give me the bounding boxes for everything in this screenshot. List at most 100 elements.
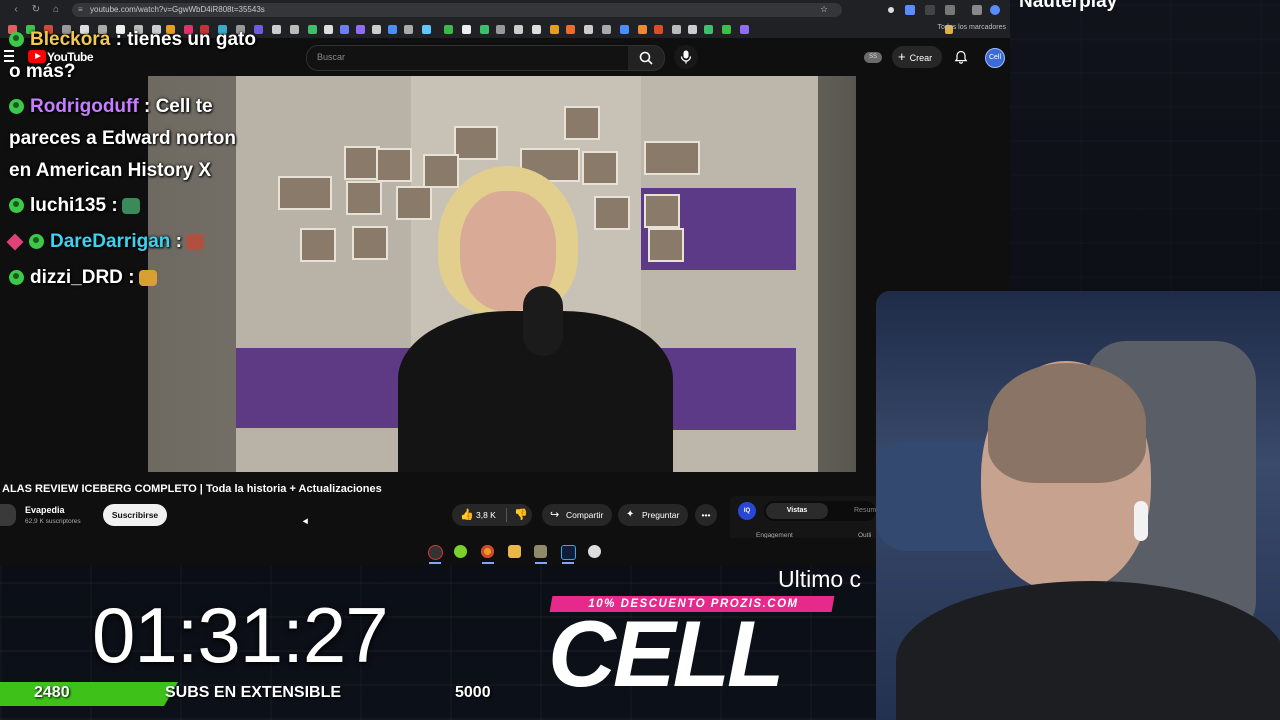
address-bar[interactable]: ≡ youtube.com/watch?v=GgwWbD4iR808t=3554…	[72, 3, 842, 17]
voice-search-button[interactable]	[674, 45, 698, 69]
create-button[interactable]: + Crear	[892, 46, 942, 68]
bookmark-star-icon[interactable]: ☆	[820, 4, 828, 15]
ask-button[interactable]: ✦ Preguntar	[618, 504, 688, 526]
webcam-frame	[988, 363, 1146, 483]
bookmark-icon[interactable]	[480, 25, 489, 34]
bookmark-icon[interactable]	[704, 25, 713, 34]
stream-chat	[1010, 0, 1280, 292]
like-icon[interactable]: 👍	[460, 504, 474, 526]
dislike-icon[interactable]: 👎	[514, 504, 528, 526]
like-count[interactable]: 3,8 K	[476, 504, 496, 526]
wall-photo	[300, 228, 336, 262]
bookmark-icon[interactable]	[308, 25, 317, 34]
tab-vistas[interactable]: Vistas	[766, 503, 828, 519]
analytics-side-panel: IQ Vistas Resum Engagement Outli	[730, 496, 876, 542]
channel-name[interactable]: Evapedia	[25, 505, 65, 515]
bookmark-icon[interactable]	[444, 25, 453, 34]
more-options-button[interactable]: •••	[695, 504, 717, 526]
chat-message: DareDarrigan :	[6, 226, 259, 258]
bookmark-icon[interactable]	[290, 25, 299, 34]
notifications-bell-icon[interactable]	[954, 50, 968, 64]
back-icon[interactable]: ‹	[10, 4, 22, 16]
active-indicator	[562, 562, 574, 564]
earbud	[1134, 501, 1148, 541]
wall-photo	[644, 141, 700, 175]
bookmark-icon[interactable]	[324, 25, 333, 34]
bookmark-icon[interactable]	[654, 25, 663, 34]
chat-message: Rodrigoduff : Cell te pareces a Edward n…	[9, 91, 259, 187]
app-icon[interactable]	[588, 545, 601, 558]
chat-partial-username: Nauterplay	[1019, 0, 1118, 12]
subs-current: 2480	[34, 684, 70, 701]
bookmark-icon[interactable]	[422, 25, 431, 34]
reload-icon[interactable]: ↻	[30, 4, 42, 16]
share-button[interactable]: ↪ Compartir	[542, 504, 612, 526]
sidebar-icon[interactable]	[972, 5, 982, 15]
gem-badge-icon	[6, 233, 24, 251]
bookmark-icon[interactable]	[340, 25, 349, 34]
url-text: youtube.com/watch?v=GgwWbD4iR808t=35543s	[90, 5, 265, 14]
bookmark-icon[interactable]	[462, 25, 471, 34]
ss-badge[interactable]: SS	[864, 52, 882, 63]
iq-badge[interactable]: IQ	[738, 502, 756, 520]
chat-text: :	[128, 267, 135, 288]
emote-icon	[121, 197, 140, 214]
bookmark-icon[interactable]	[532, 25, 541, 34]
chat-username: DareDarrigan	[50, 231, 171, 252]
bookmark-icon[interactable]	[388, 25, 397, 34]
chrome-icon[interactable]	[481, 545, 494, 558]
channel-subscribers: 62,9 K suscriptores	[25, 518, 81, 525]
active-indicator	[535, 562, 547, 564]
extension-icon[interactable]	[925, 5, 935, 15]
app-icon[interactable]	[534, 545, 547, 558]
video-title: ALAS REVIEW ICEBERG COMPLETO | Toda la h…	[2, 483, 382, 495]
bookmark-icon[interactable]	[404, 25, 413, 34]
file-explorer-icon[interactable]	[508, 545, 521, 558]
bookmark-icon[interactable]	[740, 25, 749, 34]
profile-icon[interactable]	[990, 5, 1000, 15]
bookmark-icon[interactable]	[688, 25, 697, 34]
subs-label: SUBS EN EXTENSIBLE	[165, 684, 342, 701]
search-button[interactable]	[628, 45, 665, 71]
bookmark-icon[interactable]	[514, 25, 523, 34]
all-bookmarks-link[interactable]: Todos los marcadores	[938, 24, 1006, 31]
bookmark-icon[interactable]	[602, 25, 611, 34]
account-avatar[interactable]: Cell	[985, 48, 1005, 68]
bookmark-icon[interactable]	[372, 25, 381, 34]
bookmark-icon[interactable]	[620, 25, 629, 34]
search-input[interactable]: Buscar	[306, 45, 630, 71]
video-frame	[236, 348, 411, 428]
photoshop-icon[interactable]	[561, 545, 576, 560]
obs-app-icon[interactable]	[428, 545, 443, 560]
create-label: Crear	[909, 53, 933, 63]
bookmark-icon[interactable]	[566, 25, 575, 34]
home-icon[interactable]: ⌂	[50, 4, 62, 16]
extensions-puzzle-icon[interactable]	[945, 5, 955, 15]
subs-goal-bar: 2480 SUBS EN EXTENSIBLE 5000	[0, 680, 510, 708]
site-info-icon[interactable]: ≡	[78, 5, 83, 14]
wall-photo	[396, 186, 432, 220]
wall-photo	[423, 154, 459, 188]
bookmark-icon[interactable]	[272, 25, 281, 34]
verified-badge-icon	[9, 198, 24, 214]
bookmark-icon[interactable]	[550, 25, 559, 34]
app-icon[interactable]	[454, 545, 467, 558]
bookmark-icon[interactable]	[356, 25, 365, 34]
extension-icon[interactable]	[888, 7, 894, 13]
chat-text: :	[111, 195, 118, 216]
subscribe-button[interactable]: Suscribirse	[103, 504, 167, 526]
browser-toolbar: ‹ ↻ ⌂ ≡ youtube.com/watch?v=GgwWbD4iR808…	[0, 0, 1010, 20]
verified-badge-icon	[9, 32, 24, 48]
extension-icon[interactable]	[905, 5, 915, 15]
chat-message: Bleckora : tienes un gato o más?	[9, 24, 259, 88]
bookmark-icon[interactable]	[722, 25, 731, 34]
emote-icon	[186, 233, 204, 250]
taskbar	[0, 538, 876, 566]
bookmark-icon[interactable]	[638, 25, 647, 34]
bookmark-icon[interactable]	[672, 25, 681, 34]
channel-avatar[interactable]	[0, 504, 16, 526]
subs-progress-fill	[0, 682, 178, 706]
bookmark-icon[interactable]	[584, 25, 593, 34]
bookmark-icon[interactable]	[496, 25, 505, 34]
tab-resumen[interactable]: Resum	[854, 503, 876, 519]
